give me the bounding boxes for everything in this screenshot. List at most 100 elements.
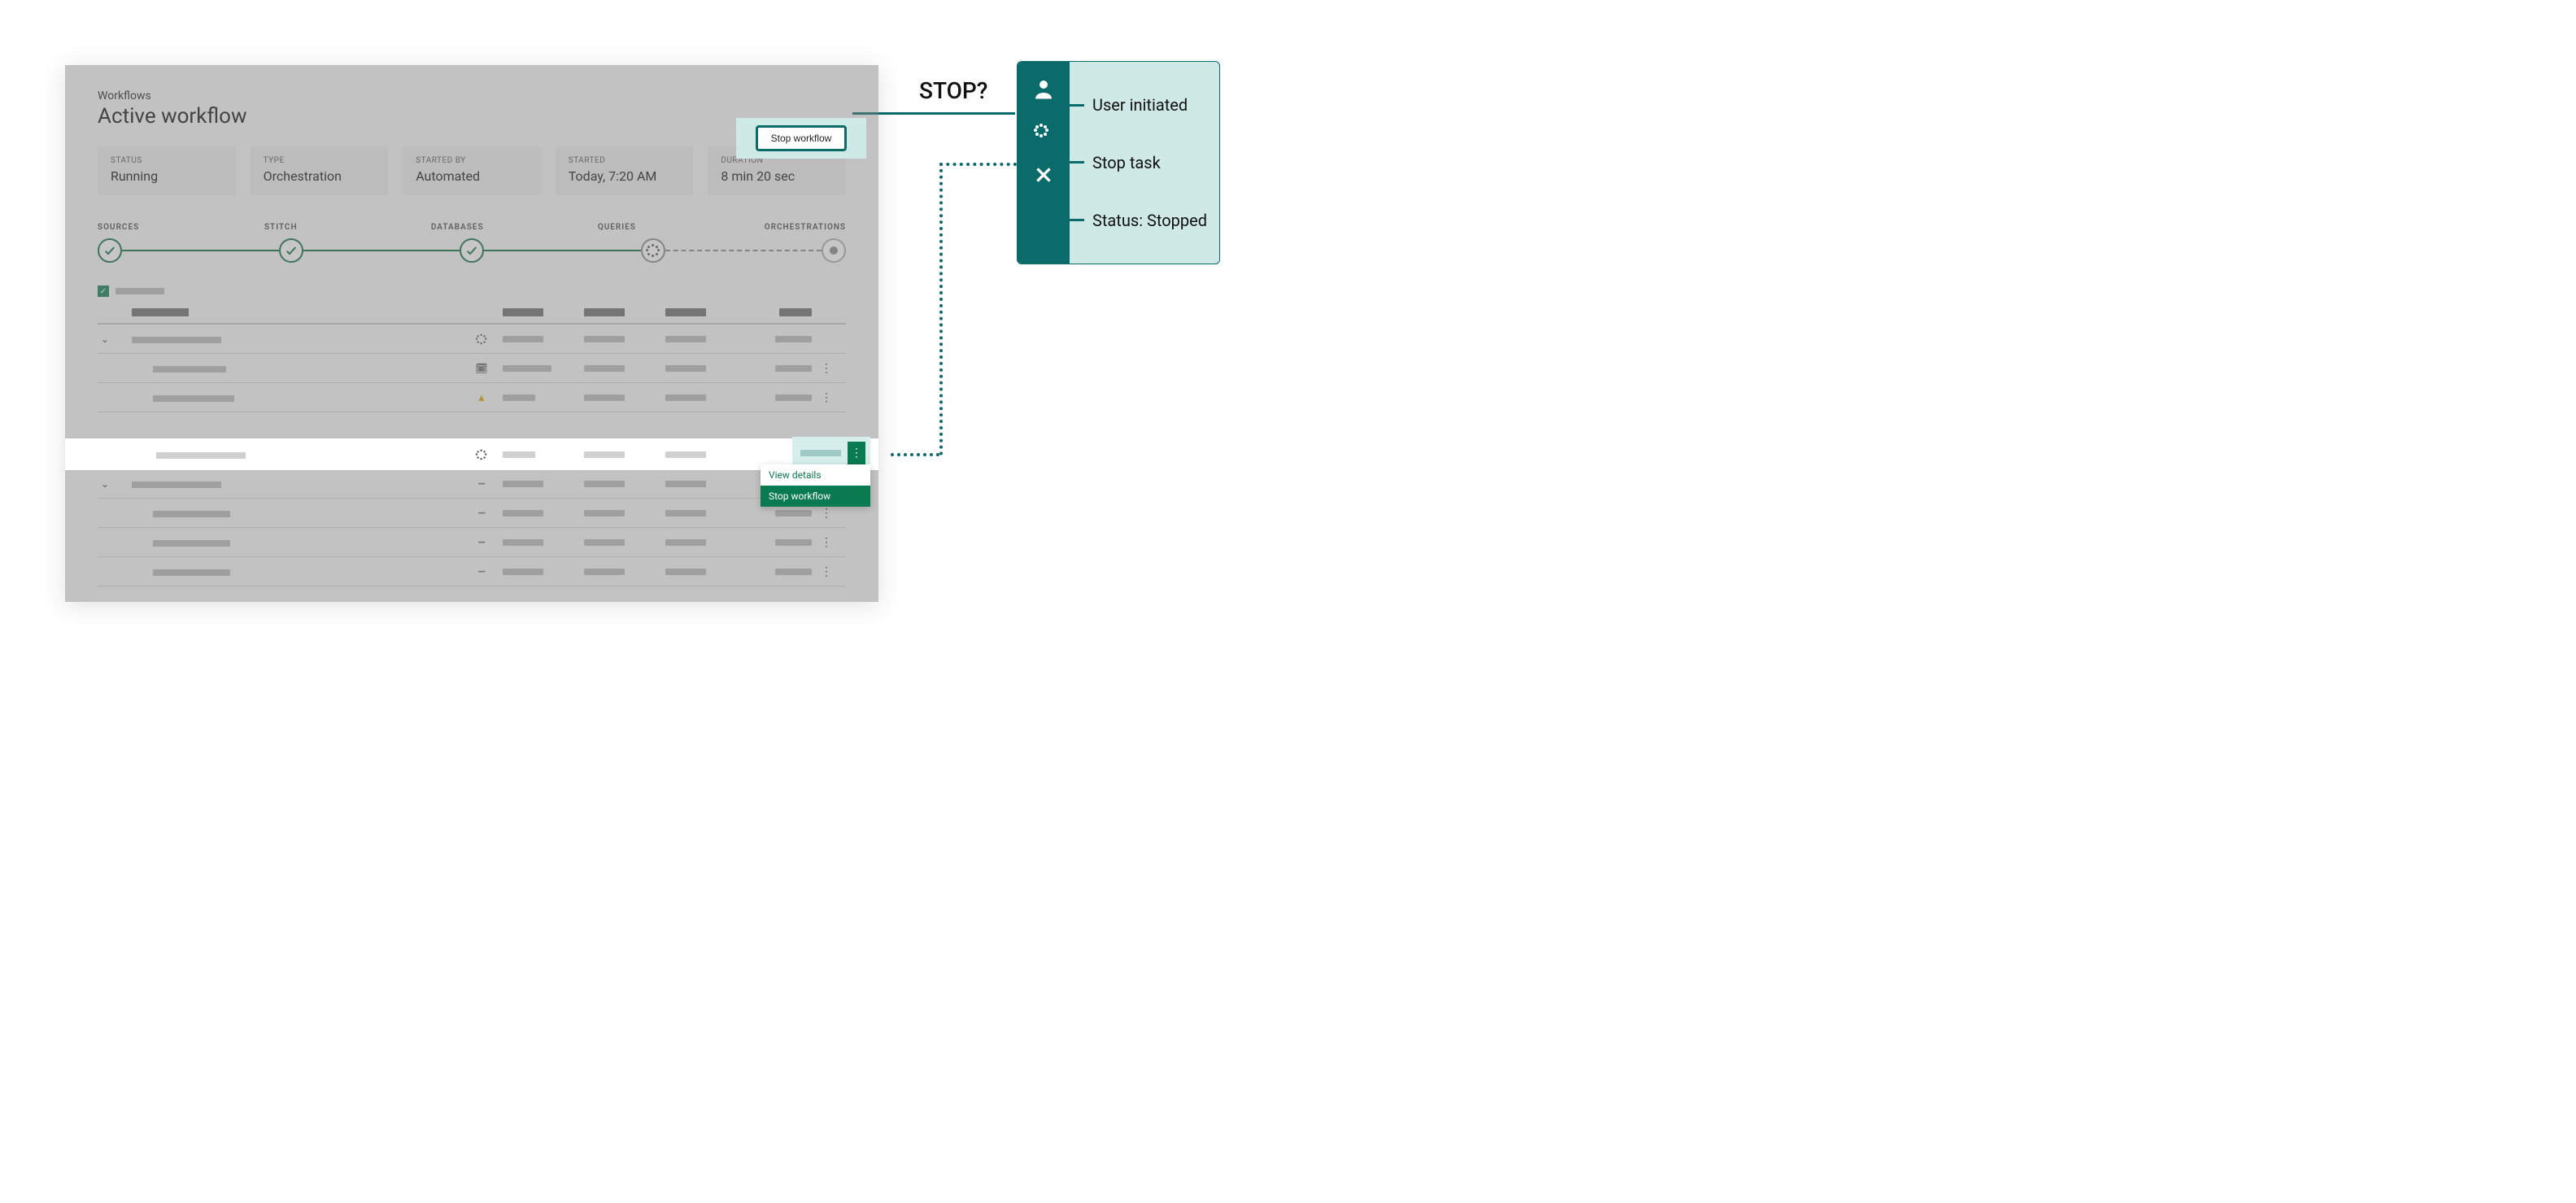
user-icon xyxy=(1031,76,1056,101)
card-started-by-value: Automated xyxy=(416,168,528,184)
placeholder-text xyxy=(503,451,535,458)
placeholder-text xyxy=(503,336,543,342)
step-stitch[interactable] xyxy=(279,238,303,263)
step-label-queries: QUERIES xyxy=(598,223,765,232)
dash-icon: – xyxy=(475,565,488,578)
card-started-by-label: STARTED BY xyxy=(416,156,528,165)
select-all-checkbox[interactable] xyxy=(98,285,109,297)
placeholder-text xyxy=(503,481,543,487)
row-menu-button[interactable]: ⋮ xyxy=(820,565,833,578)
row-menu-button[interactable]: ⋮ xyxy=(820,362,833,375)
card-status: STATUS Running xyxy=(98,146,236,195)
dash-icon: – xyxy=(475,507,488,520)
table-row[interactable]: – ⋮ xyxy=(98,528,846,557)
annotation-connector-dotted xyxy=(939,163,1017,166)
placeholder-text xyxy=(665,510,706,517)
col-header[interactable] xyxy=(132,308,189,316)
placeholder-text xyxy=(665,569,706,575)
placeholder-text xyxy=(665,451,706,458)
row-menu-button[interactable]: ⋮ xyxy=(820,391,833,404)
card-type: TYPE Orchestration xyxy=(251,146,389,195)
spinner-icon xyxy=(477,449,487,460)
highlighted-row[interactable]: ⋮ View details Stop workflow xyxy=(65,438,878,470)
step-queries[interactable] xyxy=(641,238,665,263)
card-duration-value: 8 min 20 sec xyxy=(721,168,833,184)
table-row[interactable]: ▲ ⋮ xyxy=(98,383,846,412)
check-icon xyxy=(285,244,298,257)
annotation-connector-dotted xyxy=(891,453,939,456)
col-header[interactable] xyxy=(584,308,625,316)
row-actions-dropdown: View details Stop workflow xyxy=(761,464,870,507)
dropdown-view-details[interactable]: View details xyxy=(761,464,870,486)
placeholder-text xyxy=(503,510,543,517)
step-databases[interactable] xyxy=(460,238,484,263)
stop-workflow-button[interactable]: Stop workflow xyxy=(756,125,848,151)
placeholder-text xyxy=(156,452,246,459)
step-label-orchestrations: ORCHESTRATIONS xyxy=(765,223,846,232)
card-started: STARTED Today, 7:20 AM xyxy=(556,146,694,195)
step-connector xyxy=(484,250,641,251)
annotation-item-stoptask: Stop task xyxy=(1070,153,1210,172)
breadcrumb[interactable]: Workflows xyxy=(98,89,846,102)
row-menu-button[interactable]: ⋮ xyxy=(820,507,833,520)
placeholder-text xyxy=(800,450,841,456)
placeholder-text xyxy=(153,366,226,373)
step-sources[interactable] xyxy=(98,238,122,263)
row-menu-button-active[interactable]: ⋮ xyxy=(848,442,865,464)
placeholder-text xyxy=(153,569,230,576)
placeholder-text xyxy=(584,451,625,458)
card-type-value: Orchestration xyxy=(264,168,376,184)
expand-icon[interactable]: ⌄ xyxy=(101,333,112,345)
placeholder-text xyxy=(584,481,625,487)
annotation-connector-dotted xyxy=(939,163,943,455)
placeholder-text xyxy=(665,365,706,372)
placeholder-text xyxy=(584,336,625,342)
annotation-list: User initiated Stop task Status: Stopped xyxy=(1070,62,1219,264)
col-header[interactable] xyxy=(665,308,706,316)
placeholder-text xyxy=(775,569,812,575)
placeholder-text xyxy=(584,365,625,372)
card-status-label: STATUS xyxy=(111,156,223,165)
annotation-text: Status: Stopped xyxy=(1092,211,1207,230)
col-header[interactable] xyxy=(503,308,543,316)
spinner-icon xyxy=(477,333,487,344)
table-filter-row xyxy=(98,285,846,297)
placeholder-text xyxy=(132,482,221,488)
calendar-icon: 🗓 xyxy=(475,362,488,375)
card-started-value: Today, 7:20 AM xyxy=(569,168,681,184)
col-header[interactable] xyxy=(779,308,812,316)
placeholder-text xyxy=(153,395,234,402)
placeholder-text xyxy=(503,569,543,575)
placeholder-text xyxy=(153,511,230,517)
table-row[interactable]: ⌄ – xyxy=(98,469,846,499)
annotation-item-stopped: Status: Stopped xyxy=(1070,211,1210,230)
spinner-icon xyxy=(647,244,660,257)
dash-icon: – xyxy=(475,477,488,490)
check-icon xyxy=(465,244,478,257)
step-label-databases: DATABASES xyxy=(431,223,598,232)
placeholder-text xyxy=(584,569,625,575)
annotation-box: User initiated Stop task Status: Stopped xyxy=(1017,61,1220,264)
pending-dot-icon xyxy=(830,246,838,255)
placeholder-text xyxy=(665,394,706,401)
step-orchestrations[interactable] xyxy=(822,238,846,263)
card-started-label: STARTED xyxy=(569,156,681,165)
table-row[interactable]: – ⋮ xyxy=(98,499,846,528)
dropdown-stop-workflow[interactable]: Stop workflow xyxy=(761,486,870,507)
table-row[interactable]: – ⋮ xyxy=(98,557,846,586)
placeholder-text xyxy=(775,510,812,517)
step-label-stitch: STITCH xyxy=(264,223,431,232)
expand-icon[interactable]: ⌄ xyxy=(101,478,112,490)
placeholder-text xyxy=(665,539,706,546)
placeholder-text xyxy=(665,336,706,342)
spinner-icon xyxy=(1035,124,1053,142)
close-icon xyxy=(1033,164,1054,185)
placeholder-text xyxy=(775,394,812,401)
row-menu-button[interactable]: ⋮ xyxy=(820,536,833,549)
table-row[interactable]: ⌄ xyxy=(98,325,846,354)
table-row[interactable]: 🗓 ⋮ xyxy=(98,354,846,383)
annotation-rail xyxy=(1018,62,1070,264)
card-type-label: TYPE xyxy=(264,156,376,165)
annotation-text: User initiated xyxy=(1092,95,1188,115)
placeholder-text xyxy=(503,394,535,401)
